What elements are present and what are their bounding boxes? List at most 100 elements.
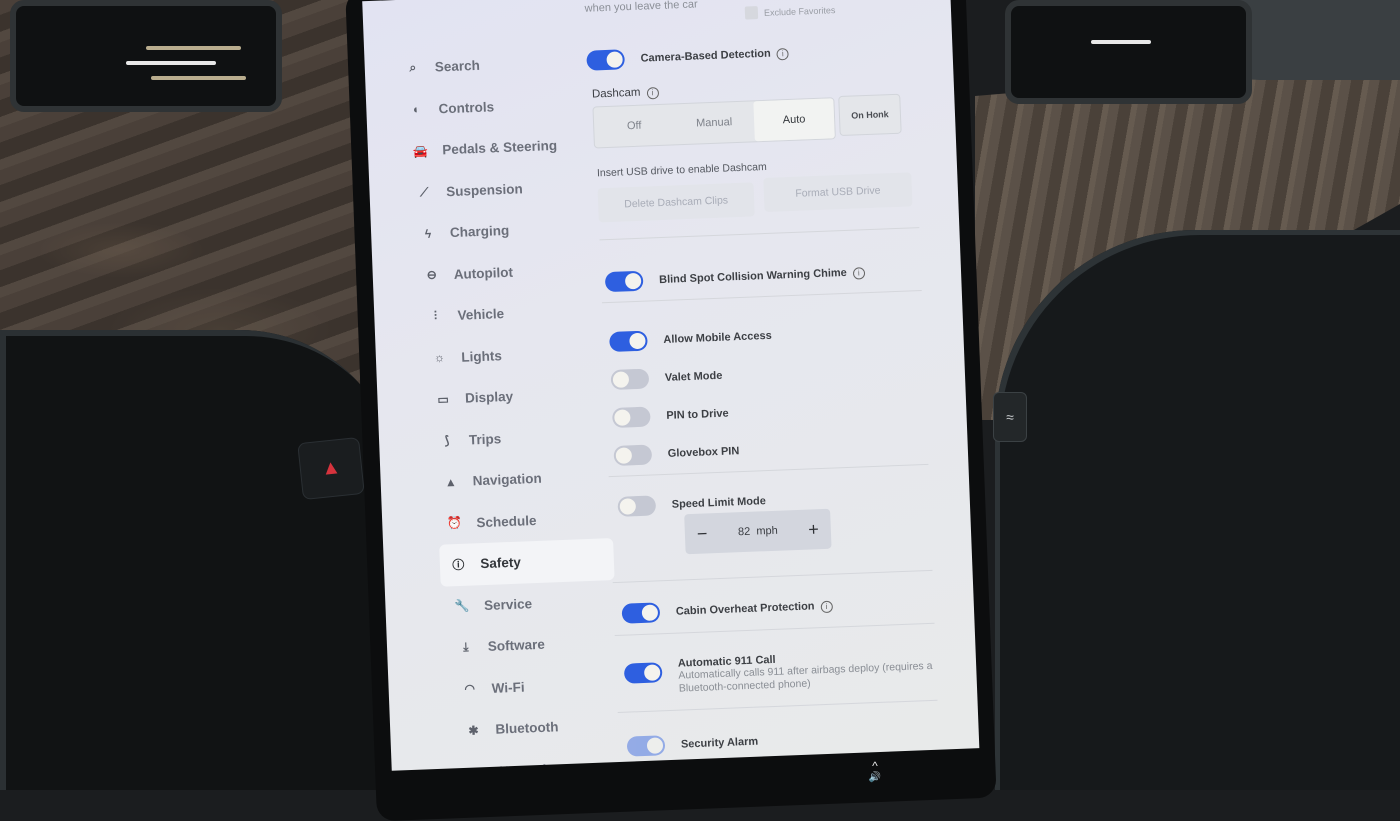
sidebar-item-label: Bluetooth (495, 719, 559, 737)
lightning-icon: ϟ (424, 226, 432, 241)
hazard-triangle-icon: ▲ (319, 456, 342, 480)
sidebar-item-label: Vehicle (457, 306, 505, 324)
settings-sidebar: ⌕ Search ◐ Controls 🚘 Pedals & Steering ⟋ Suspe… (394, 40, 623, 771)
sidebar-item-label: Service (483, 595, 533, 613)
sidebar-item-schedule[interactable]: ⏰ Schedule (436, 497, 613, 545)
blind-spot-chime-label: Blind Spot Collision Warning Chime (658, 266, 848, 286)
info-icon[interactable]: i (820, 600, 833, 613)
seat-heater-icon: ≈ (1006, 409, 1014, 425)
usb-hint: Insert USB drive to enable Dashcam (596, 160, 767, 180)
bluetooth-icon: ✱ (468, 723, 479, 738)
dashcam-option-auto[interactable]: Auto (753, 98, 835, 142)
glovebox-pin-row: Glovebox PIN (613, 441, 740, 466)
chevron-up-icon[interactable]: ^ (860, 760, 890, 772)
security-alarm-toggle[interactable] (626, 735, 666, 757)
dashcam-option-on-honk[interactable]: On Honk (838, 93, 902, 137)
sidebar-item-bluetooth[interactable]: ✱ Bluetooth (455, 704, 621, 752)
download-icon: ⤓ (462, 639, 469, 655)
delete-dashcam-clips-button[interactable]: Delete Dashcam Clips (597, 182, 755, 223)
seat-left (0, 330, 400, 790)
camera-detection-toggle[interactable] (586, 49, 626, 71)
glovebox-pin-label: Glovebox PIN (667, 445, 740, 460)
info-icon[interactable]: i (646, 86, 659, 100)
increase-speed-button[interactable]: + (808, 519, 819, 540)
sidebar-item-software[interactable]: ⤓ Software (447, 621, 618, 669)
glovebox-pin-toggle[interactable] (613, 444, 653, 466)
sidebar-item-service[interactable]: 🔧 Service (443, 580, 616, 628)
volume-icon[interactable]: 🔊 (860, 772, 890, 784)
valet-mode-toggle[interactable] (610, 368, 650, 391)
sidebar-item-label: Schedule (476, 512, 537, 531)
air-vent-left (10, 0, 282, 112)
speed-limit-stepper: − 82 mph + (684, 508, 832, 555)
sidebar-item-autopilot[interactable]: ⊖ Autopilot (413, 248, 603, 297)
info-icon[interactable]: i (776, 47, 789, 60)
sidebar-item-wi-fi[interactable]: ◠ Wi-Fi (451, 662, 619, 710)
lock-description: when you leave the car (584, 0, 698, 15)
touchscreen: ⌕ Search ◐ Controls 🚘 Pedals & Steering ⟋ Suspe… (362, 0, 980, 771)
camera-detection-row: Camera-Based Detection i (586, 43, 789, 71)
divider (617, 699, 938, 714)
navigation-arrow-icon: ▲ (444, 474, 457, 490)
speed-limit-toggle[interactable] (617, 495, 657, 517)
hazard-button[interactable]: ▲ (297, 436, 365, 501)
search-icon: ⌕ (409, 60, 417, 75)
sidebar-item-search[interactable]: ⌕ Search (394, 40, 595, 89)
bottom-bar: ^ 🔊 (860, 760, 890, 790)
security-alarm-row: Security Alarm (626, 732, 759, 757)
divider (599, 227, 920, 241)
sidebar-item-pedals-steering[interactable]: 🚘 Pedals & Steering (402, 123, 599, 172)
speed-limit-label: Speed Limit Mode (671, 495, 767, 511)
decrease-speed-button[interactable]: − (697, 523, 708, 544)
auto-911-row: Automatic 911 Call Automatically calls 9… (623, 648, 939, 698)
sidebar-item-vehicle[interactable]: ⫶ Vehicle (417, 289, 605, 338)
seat-right (995, 230, 1400, 790)
toggle-icon: ◐ (412, 102, 421, 117)
mobile-access-label: Allow Mobile Access (663, 329, 772, 346)
speed-limit-value: 82 mph (737, 524, 778, 539)
exclude-favorites-checkbox[interactable]: Exclude Favorites (744, 3, 836, 20)
blind-spot-row: Blind Spot Collision Warning Chime i (604, 262, 866, 293)
sidebar-item-label: Suspension (445, 181, 523, 199)
sidebar-item-charging[interactable]: ϟ Charging (409, 206, 602, 255)
pin-to-drive-label: PIN to Drive (666, 407, 729, 422)
cabin-overheat-toggle[interactable] (621, 602, 661, 624)
sidebar-item-label: Safety (480, 554, 522, 572)
air-vent-right (1005, 0, 1252, 104)
dashcam-option-off[interactable]: Off (593, 104, 674, 147)
dashcam-segmented-control: Off Manual Auto (592, 97, 836, 149)
sidebar-item-label: Wi-Fi (491, 679, 525, 696)
sidebar-item-label: Autopilot (453, 264, 514, 282)
sidebar-item-label: Search (434, 58, 481, 75)
alert-circle-icon: ⓘ (452, 558, 465, 573)
dashcam-option-manual[interactable]: Manual (673, 101, 754, 144)
cabin-overheat-label: Cabin Overheat Protection (675, 599, 815, 618)
valet-mode-row: Valet Mode (610, 366, 723, 391)
sidebar-item-label: Navigation (472, 471, 542, 489)
dashcam-header: Dashcam i (588, 86, 659, 102)
checkbox-box[interactable] (744, 6, 759, 20)
sidebar-item-lights[interactable]: ☼ Lights (421, 331, 607, 380)
mobile-access-row: Allow Mobile Access (609, 326, 772, 353)
seat-heater-button[interactable]: ≈ (993, 392, 1027, 442)
divider (612, 569, 933, 584)
sidebar-item-suspension[interactable]: ⟋ Suspension (405, 165, 600, 214)
sidebar-item-safety[interactable]: ⓘ Safety (439, 538, 615, 587)
sidebar-item-trips[interactable]: ⟆ Trips (428, 414, 610, 462)
cabin-overheat-row: Cabin Overheat Protection i (621, 596, 833, 624)
sidebar-item-navigation[interactable]: ▲ Navigation (432, 455, 611, 503)
sidebar-item-label: Controls (438, 99, 495, 117)
mobile-access-toggle[interactable] (609, 330, 648, 353)
pin-to-drive-toggle[interactable] (612, 406, 651, 428)
wrench-icon: 🔧 (454, 598, 470, 614)
info-icon[interactable]: i (852, 266, 866, 280)
sidebar-item-display[interactable]: ▭ Display (424, 372, 608, 420)
display-icon: ▭ (437, 392, 450, 407)
camera-detection-label: Camera-Based Detection i (640, 46, 789, 65)
pin-to-drive-row: PIN to Drive (612, 404, 729, 428)
blind-spot-chime-toggle[interactable] (604, 270, 644, 293)
sun-icon: ☼ (433, 350, 446, 366)
auto-911-toggle[interactable] (623, 662, 663, 684)
format-usb-drive-button[interactable]: Format USB Drive (763, 172, 913, 212)
wifi-icon: ◠ (464, 681, 476, 697)
